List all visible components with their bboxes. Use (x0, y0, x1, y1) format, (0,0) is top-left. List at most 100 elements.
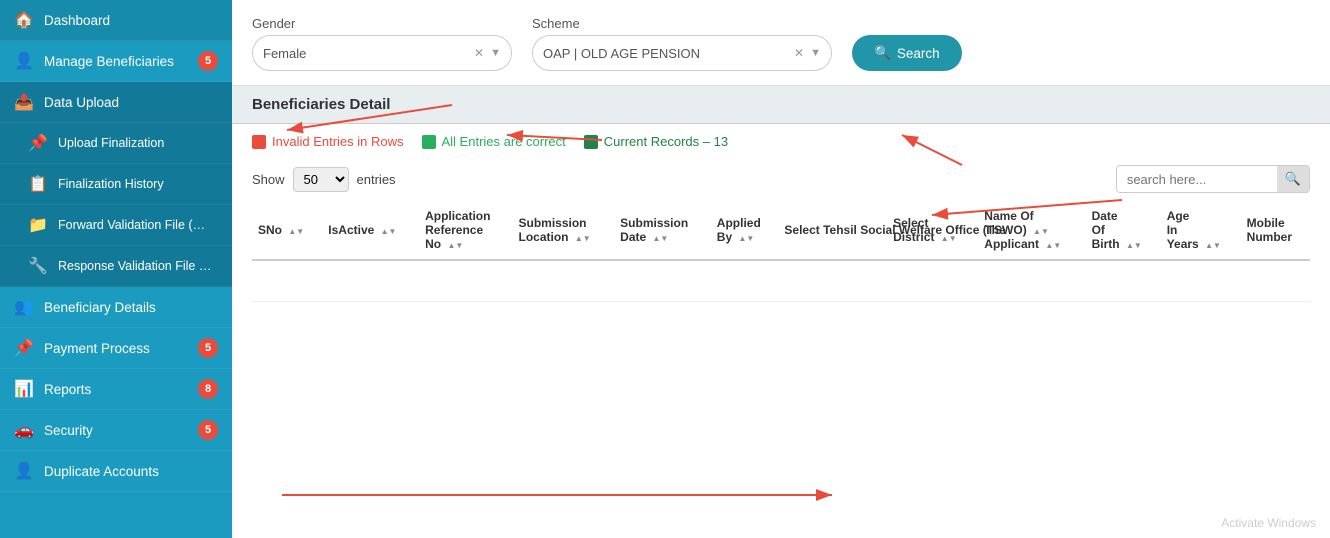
sort-icon-name[interactable]: ▲▼ (1045, 242, 1061, 250)
sidebar-item-label: Payment Process (44, 341, 188, 356)
sidebar-item-label: Reports (44, 382, 188, 397)
sidebar-item-duplicate-accounts[interactable]: 👤 Duplicate Accounts (0, 451, 232, 492)
sidebar-item-response-validation[interactable]: 🔧 Response Validation File … (0, 246, 232, 287)
scheme-filter-group: Scheme OAP | OLD AGE PENSION ✕ ▼ (532, 16, 832, 71)
sidebar-item-label: Dashboard (44, 13, 218, 28)
main-content: Gender Female ✕ ▼ Scheme OAP | OLD AGE P… (232, 0, 1330, 538)
sidebar-item-dashboard[interactable]: 🏠 Dashboard (0, 0, 232, 41)
col-sno: SNo ▲▼ (252, 201, 322, 260)
sidebar-item-label: Finalization History (58, 177, 218, 191)
gender-filter-group: Gender Female ✕ ▼ (252, 16, 512, 71)
correct-dot (422, 135, 436, 149)
gender-select[interactable]: Female ✕ ▼ (252, 35, 512, 71)
section-title: Beneficiaries Detail (252, 96, 390, 113)
activate-windows-watermark: Activate Windows (1221, 516, 1316, 530)
sort-icon-age[interactable]: ▲▼ (1205, 242, 1221, 250)
table-header-row: SNo ▲▼ IsActive ▲▼ ApplicationReferenceN… (252, 201, 1310, 260)
gender-clear-icon[interactable]: ✕ (474, 46, 484, 60)
payment-icon: 📌 (14, 338, 34, 358)
table-search-input[interactable] (1117, 167, 1277, 192)
sort-icon-subloc[interactable]: ▲▼ (575, 235, 591, 243)
sidebar-item-label: Response Validation File … (58, 259, 218, 273)
filter-bar: Gender Female ✕ ▼ Scheme OAP | OLD AGE P… (232, 0, 1330, 86)
table-controls: Show 50 10 25 100 entries 🔍 (232, 157, 1330, 201)
reports-icon: 📊 (14, 379, 34, 399)
show-label: Show (252, 172, 285, 187)
sidebar-item-data-upload[interactable]: 📤 Data Upload (0, 82, 232, 123)
col-app-ref: ApplicationReferenceNo ▲▼ (419, 201, 512, 260)
sidebar-item-payment-process[interactable]: 📌 Payment Process 5 (0, 328, 232, 369)
search-icon: 🔍 (874, 45, 891, 61)
data-upload-icon: 📤 (14, 92, 34, 112)
duplicate-icon: 👤 (14, 461, 34, 481)
col-submission-location: SubmissionLocation ▲▼ (513, 201, 615, 260)
sort-icon-district[interactable]: ▲▼ (941, 235, 957, 243)
sidebar-item-security[interactable]: 🚗 Security 5 (0, 410, 232, 451)
correct-label: All Entries are correct (442, 134, 566, 149)
col-mobile: MobileNumber (1241, 201, 1310, 260)
upload-fin-icon: 📌 (28, 133, 48, 153)
sort-icon-dob[interactable]: ▲▼ (1126, 242, 1142, 250)
sort-icon-subdate[interactable]: ▲▼ (653, 235, 669, 243)
sort-icon-appliedby[interactable]: ▲▼ (738, 235, 754, 243)
entries-label: entries (357, 172, 396, 187)
sidebar-item-upload-finalization[interactable]: 📌 Upload Finalization (0, 123, 232, 164)
beneficiary-details-icon: 👥 (14, 297, 34, 317)
table-search-box[interactable]: 🔍 (1116, 165, 1310, 193)
beneficiaries-icon: 👤 (14, 51, 34, 71)
table-search-button[interactable]: 🔍 (1277, 166, 1309, 192)
filter-row: Gender Female ✕ ▼ Scheme OAP | OLD AGE P… (252, 16, 1310, 71)
sort-icon-isactive[interactable]: ▲▼ (381, 228, 397, 236)
gender-value: Female (263, 46, 468, 61)
main-panel: Gender Female ✕ ▼ Scheme OAP | OLD AGE P… (232, 0, 1330, 538)
col-tswo: Select Tehsil Social Welfare Office (TSW… (778, 201, 887, 260)
legend-bar: Invalid Entries in Rows All Entries are … (232, 124, 1330, 157)
sidebar-item-forward-validation[interactable]: 📁 Forward Validation File (… (0, 205, 232, 246)
sidebar-item-label: Upload Finalization (58, 136, 218, 150)
sidebar-item-reports[interactable]: 📊 Reports 8 (0, 369, 232, 410)
section-header: Beneficiaries Detail (232, 86, 1330, 124)
security-icon: 🚗 (14, 420, 34, 440)
gender-label: Gender (252, 16, 512, 31)
scheme-label: Scheme (532, 16, 832, 31)
table-row (252, 260, 1310, 302)
entries-select[interactable]: 50 10 25 100 (293, 167, 349, 192)
scheme-clear-icon[interactable]: ✕ (794, 46, 804, 60)
data-table-container: SNo ▲▼ IsActive ▲▼ ApplicationReferenceN… (232, 201, 1330, 538)
sidebar: 🏠 Dashboard 👤 Manage Beneficiaries 5 📤 D… (0, 0, 232, 538)
badge-payment: 5 (198, 338, 218, 358)
sidebar-item-beneficiary-details[interactable]: 👥 Beneficiary Details (0, 287, 232, 328)
badge-reports: 8 (198, 379, 218, 399)
legend-correct: All Entries are correct (422, 134, 566, 149)
legend-invalid: Invalid Entries in Rows (252, 134, 404, 149)
data-table: SNo ▲▼ IsActive ▲▼ ApplicationReferenceN… (252, 201, 1310, 302)
scheme-select[interactable]: OAP | OLD AGE PENSION ✕ ▼ (532, 35, 832, 71)
sort-icon-sno[interactable]: ▲▼ (288, 228, 304, 236)
search-button[interactable]: 🔍 Search (852, 35, 962, 71)
dashboard-icon: 🏠 (14, 10, 34, 30)
show-entries-group: Show 50 10 25 100 entries (252, 167, 396, 192)
sidebar-item-label: Beneficiary Details (44, 300, 218, 315)
sidebar-item-manage-beneficiaries[interactable]: 👤 Manage Beneficiaries 5 (0, 41, 232, 82)
col-district: SelectDistrict ▲▼ (887, 201, 978, 260)
invalid-label: Invalid Entries in Rows (272, 134, 404, 149)
col-name: Name OfTheApplicant ▲▼ (978, 201, 1085, 260)
scheme-value: OAP | OLD AGE PENSION (543, 46, 788, 61)
sort-icon-appref[interactable]: ▲▼ (447, 242, 463, 250)
scheme-dropdown-icon[interactable]: ▼ (810, 47, 821, 59)
sidebar-item-label: Manage Beneficiaries (44, 54, 188, 69)
current-label: Current Records – 13 (604, 134, 728, 149)
fin-history-icon: 📋 (28, 174, 48, 194)
sidebar-item-label: Duplicate Accounts (44, 464, 218, 479)
sidebar-item-finalization-history[interactable]: 📋 Finalization History (0, 164, 232, 205)
gender-dropdown-icon[interactable]: ▼ (490, 47, 501, 59)
table-body (252, 260, 1310, 302)
col-age: AgeInYears ▲▼ (1161, 201, 1241, 260)
col-isactive: IsActive ▲▼ (322, 201, 419, 260)
col-applied-by: AppliedBy ▲▼ (711, 201, 779, 260)
badge-security: 5 (198, 420, 218, 440)
current-dot (584, 135, 598, 149)
sidebar-sub-menu: 📌 Upload Finalization 📋 Finalization His… (0, 123, 232, 287)
sidebar-item-label: Forward Validation File (… (58, 218, 218, 232)
invalid-dot (252, 135, 266, 149)
